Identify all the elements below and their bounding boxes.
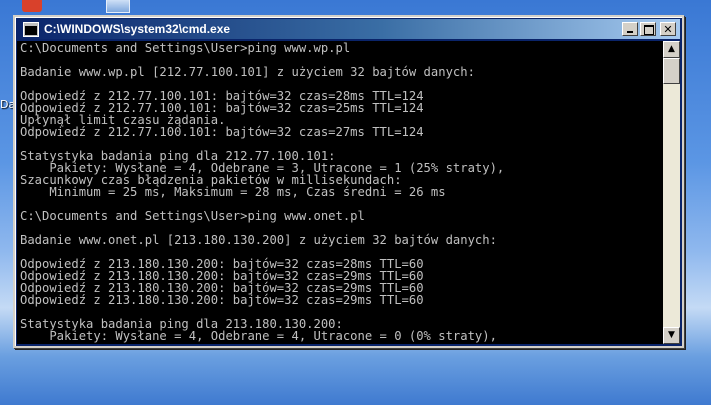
console-line: Odpowiedź z 212.77.100.101: bajtów=32 cz… bbox=[20, 89, 424, 103]
console-line: Pakiety: Wysłane = 4, Odebrane = 4, Utra… bbox=[20, 329, 497, 343]
cmd-window: C:\WINDOWS\system32\cmd.exe ✕ C:\Documen… bbox=[13, 15, 684, 348]
minimize-icon bbox=[627, 31, 633, 33]
console-line: Szacunkowy czas błądzenia pakietów w mil… bbox=[20, 173, 402, 187]
scrollbar-thumb[interactable] bbox=[663, 58, 680, 84]
maximize-button[interactable] bbox=[640, 22, 656, 36]
console-line: Odpowiedź z 213.180.130.200: bajtów=32 c… bbox=[20, 281, 424, 295]
console-line: Odpowiedź z 213.180.130.200: bajtów=32 c… bbox=[20, 293, 424, 307]
console-line: Odpowiedź z 212.77.100.101: bajtów=32 cz… bbox=[20, 125, 424, 139]
scroll-up-button[interactable]: ▲ bbox=[663, 41, 680, 58]
console-line: Statystyka badania ping dla 212.77.100.1… bbox=[20, 149, 336, 163]
console-line: Statystyka badania ping dla 213.180.130.… bbox=[20, 317, 343, 331]
console-line: Pakiety: Wysłane = 4, Odebrane = 3, Utra… bbox=[20, 161, 505, 175]
console-line: Odpowiedź z 212.77.100.101: bajtów=32 cz… bbox=[20, 101, 424, 115]
console-line: Odpowiedź z 213.180.130.200: bajtów=32 c… bbox=[20, 257, 424, 271]
desktop-icon-partial[interactable] bbox=[106, 0, 130, 13]
cmd-app-icon[interactable] bbox=[23, 22, 39, 37]
title-bar[interactable]: C:\WINDOWS\system32\cmd.exe ✕ bbox=[17, 19, 680, 39]
console-line: C:\Documents and Settings\User>ping www.… bbox=[20, 209, 365, 223]
console-line: Badanie www.wp.pl [212.77.100.101] z uży… bbox=[20, 65, 475, 79]
console-line: Odpowiedź z 213.180.130.200: bajtów=32 c… bbox=[20, 269, 424, 283]
arrow-down-icon: ▼ bbox=[668, 330, 675, 340]
close-icon: ✕ bbox=[663, 23, 673, 36]
console-line: Badanie www.onet.pl [213.180.130.200] z … bbox=[20, 233, 497, 247]
console-line: Minimum = 25 ms, Maksimum = 28 ms, Czas … bbox=[20, 185, 446, 199]
desktop-icon-partial[interactable] bbox=[22, 0, 42, 12]
close-button[interactable]: ✕ bbox=[660, 22, 676, 36]
console-line: C:\Documents and Settings\User>ping www.… bbox=[20, 41, 351, 55]
window-title: C:\WINDOWS\system32\cmd.exe bbox=[44, 22, 231, 36]
console-output[interactable]: C:\Documents and Settings\User>ping www.… bbox=[17, 41, 663, 344]
scroll-down-button[interactable]: ▼ bbox=[663, 327, 680, 344]
vertical-scrollbar[interactable]: ▲ ▼ bbox=[663, 41, 680, 344]
minimize-button[interactable] bbox=[622, 22, 638, 36]
maximize-icon bbox=[644, 25, 654, 35]
arrow-up-icon: ▲ bbox=[668, 44, 675, 54]
